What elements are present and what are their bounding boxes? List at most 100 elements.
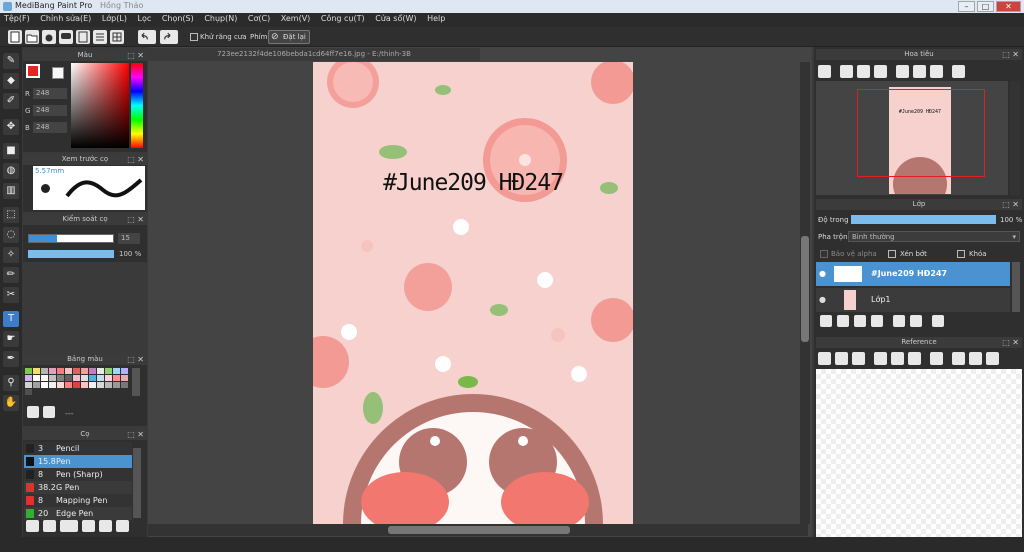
clipping-checkbox[interactable] [888,250,896,258]
redo-button[interactable] [160,30,178,44]
dot-tool-icon[interactable]: ✐ [3,93,19,109]
palette-swatch[interactable] [121,382,128,388]
operation-tool-icon[interactable]: ☛ [3,331,19,347]
palette-scrollbar[interactable] [132,368,140,396]
add-halftone-layer-button[interactable] [837,315,849,327]
page-icon[interactable] [76,30,90,44]
cloud-icon[interactable] [42,30,56,44]
palette-swatch[interactable] [41,368,48,374]
menu-help[interactable]: Help [423,13,449,23]
panel-controls-icon[interactable]: ⬚ ✕ [1002,49,1019,60]
new-file-button[interactable] [8,30,22,44]
duplicate-layer-button[interactable] [893,315,905,327]
brush-tool-icon[interactable]: ✎ [3,53,19,69]
fit-icon[interactable] [857,65,870,78]
palette-swatch[interactable] [49,368,56,374]
canvas-vscroll-thumb[interactable] [801,236,809,342]
brush-item[interactable]: 3 Pencil [24,442,132,455]
ref-rotate-right-icon[interactable] [986,352,999,365]
palette-swatch[interactable] [25,382,32,388]
add-layer-button[interactable] [820,315,832,327]
antialias-checkbox[interactable] [190,33,198,41]
ref-fit-icon[interactable] [891,352,904,365]
palette-swatch[interactable] [41,382,48,388]
menu-layer[interactable]: Lớp(L) [98,13,131,23]
palette-swatch[interactable] [105,375,112,381]
palette-swatch[interactable] [33,368,40,374]
palette-swatch[interactable] [113,382,120,388]
brush-folder-button[interactable] [99,520,112,532]
palette-swatch[interactable] [89,368,96,374]
palette-swatch[interactable] [97,368,104,374]
select-eraser-icon[interactable]: ✂ [3,287,19,303]
ref-reset-icon[interactable] [969,352,982,365]
comment-icon[interactable] [59,30,73,44]
brush-opacity-slider[interactable] [28,250,114,258]
eyedropper-icon[interactable]: ⚲ [3,375,19,391]
palette-swatch[interactable] [73,368,80,374]
brush-edit-button[interactable] [82,520,95,532]
add-palette-button[interactable] [27,406,39,418]
ref-cloud-icon[interactable] [818,352,831,365]
zoom-in-2-icon[interactable] [840,65,853,78]
b-input[interactable]: 248 [33,122,67,133]
brush-dropdown-button[interactable] [60,520,78,532]
ref-zoom-in-icon[interactable] [874,352,887,365]
add-folder-button[interactable] [871,315,883,327]
panel-controls-icon[interactable]: ⬚ ✕ [1002,337,1019,348]
navigator-view-rect[interactable] [857,89,985,177]
palette-swatch[interactable] [73,375,80,381]
menu-edit[interactable]: Chỉnh sửa(E) [36,13,95,23]
delete-palette-button[interactable] [43,406,55,418]
select-pen-icon[interactable]: ✏ [3,267,19,283]
select-tool-icon[interactable]: ⬚ [3,207,19,223]
canvas-vertical-scrollbar[interactable] [800,62,810,524]
list-icon[interactable] [93,30,107,44]
reset-view-icon[interactable] [913,65,926,78]
palette-swatch[interactable] [25,389,32,395]
menu-brush[interactable]: Cơ(C) [244,13,274,23]
palette-swatch[interactable] [81,375,88,381]
palette-swatch[interactable] [57,375,64,381]
grid-icon[interactable] [110,30,124,44]
palette-swatch[interactable] [89,382,96,388]
zoom-out-icon[interactable] [874,65,887,78]
palette-swatch[interactable] [121,375,128,381]
menu-window[interactable]: Cửa sổ(W) [371,13,420,23]
brush-item[interactable]: 20 Edge Pen [24,507,132,520]
g-input[interactable]: 248 [33,105,67,116]
panel-controls-icon[interactable]: ⬚ ✕ [127,50,144,61]
close-button[interactable]: ✕ [996,1,1021,12]
text-tool-icon[interactable]: T [3,311,19,327]
palette-swatch[interactable] [49,375,56,381]
magic-wand-icon[interactable]: ✧ [3,247,19,263]
reference-canvas[interactable] [816,369,1022,537]
hand-tool-icon[interactable]: ✋ [3,395,19,411]
palette-swatch[interactable] [25,375,32,381]
palette-swatch[interactable] [73,382,80,388]
palette-swatch[interactable] [57,368,64,374]
artwork-canvas[interactable]: #June209 HĐ247 [313,62,633,524]
merge-layer-button[interactable] [910,315,922,327]
palette-swatch[interactable] [33,375,40,381]
protect-alpha-checkbox[interactable] [820,250,828,258]
menu-view[interactable]: Xem(V) [277,13,315,23]
layer-scrollbar[interactable] [1012,262,1020,312]
rotate-left-icon[interactable] [896,65,909,78]
brush-list-scrollbar[interactable] [133,448,141,518]
zoom-in-icon[interactable] [818,65,831,78]
rect-tool-icon[interactable]: ■ [3,143,19,159]
ref-zoom-out-icon[interactable] [908,352,921,365]
palette-swatch[interactable] [113,375,120,381]
maximize-button[interactable]: □ [977,1,994,12]
layer-row-text[interactable]: ● #June209 HĐ247 [816,262,1010,286]
brush-size-input[interactable]: 15 [118,233,140,244]
panel-controls-icon[interactable]: ⬚ ✕ [127,214,144,225]
gradient-tool-icon[interactable]: ▥ [3,183,19,199]
panel-controls-icon[interactable]: ⬚ ✕ [127,429,144,440]
brush-add-button[interactable] [26,520,39,532]
foreground-color-swatch[interactable] [26,64,40,78]
fill-tool-icon[interactable]: ◍ [3,163,19,179]
ref-dropper-icon[interactable] [930,352,943,365]
brush-size-slider[interactable] [28,234,114,243]
